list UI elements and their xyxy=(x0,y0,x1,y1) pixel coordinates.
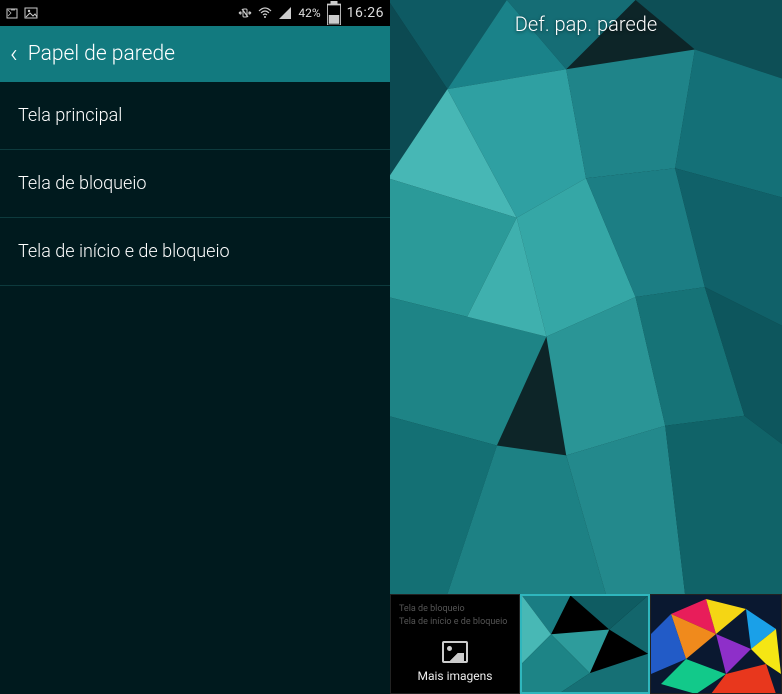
notification-icon xyxy=(6,6,20,20)
status-left xyxy=(6,6,38,20)
list-item-label: Tela de início e de bloqueio xyxy=(18,241,230,262)
battery-icon xyxy=(327,6,341,20)
settings-screen: 42% 16:26 ‹ Papel de parede Tela princip… xyxy=(0,0,390,694)
gallery-icon xyxy=(442,641,468,663)
list-item-label: Tela principal xyxy=(18,105,122,126)
wifi-icon xyxy=(258,6,272,20)
mini-text: Tela de bloqueio Tela de início e de blo… xyxy=(399,603,507,628)
option-lock-screen[interactable]: Tela de bloqueio xyxy=(0,150,390,218)
thumbnail-strip: Tela de bloqueio Tela de início e de blo… xyxy=(390,594,782,694)
option-home-screen[interactable]: Tela principal xyxy=(0,82,390,150)
clock: 16:26 xyxy=(347,5,384,21)
status-bar: 42% 16:26 xyxy=(0,0,390,26)
more-images-label: Mais imagens xyxy=(418,669,493,683)
page-title: Papel de parede xyxy=(28,42,175,66)
thumb-more-images[interactable]: Tela de bloqueio Tela de início e de blo… xyxy=(390,594,520,694)
list-item-label: Tela de bloqueio xyxy=(18,173,146,194)
wallpaper-target-list: Tela principal Tela de bloqueio Tela de … xyxy=(0,82,390,286)
back-icon[interactable]: ‹ xyxy=(10,41,18,67)
thumb-wallpaper-colorful[interactable] xyxy=(650,594,782,694)
thumb-colorful-icon xyxy=(651,595,781,693)
app-header: ‹ Papel de parede xyxy=(0,26,390,82)
battery-percent: 42% xyxy=(298,6,320,20)
thumb-wallpaper-teal[interactable] xyxy=(520,594,650,694)
picker-title: Def. pap. parede xyxy=(390,4,782,44)
option-home-and-lock[interactable]: Tela de início e de bloqueio xyxy=(0,218,390,286)
wallpaper-picker-screen: Def. pap. parede xyxy=(390,0,782,694)
picture-icon xyxy=(24,6,38,20)
wallpaper-teal-poly-icon xyxy=(390,0,782,594)
status-right: 42% 16:26 xyxy=(238,5,384,21)
thumb-teal-icon xyxy=(522,596,648,692)
signal-icon xyxy=(278,6,292,20)
vibrate-icon xyxy=(238,6,252,20)
wallpaper-preview[interactable] xyxy=(390,0,782,594)
